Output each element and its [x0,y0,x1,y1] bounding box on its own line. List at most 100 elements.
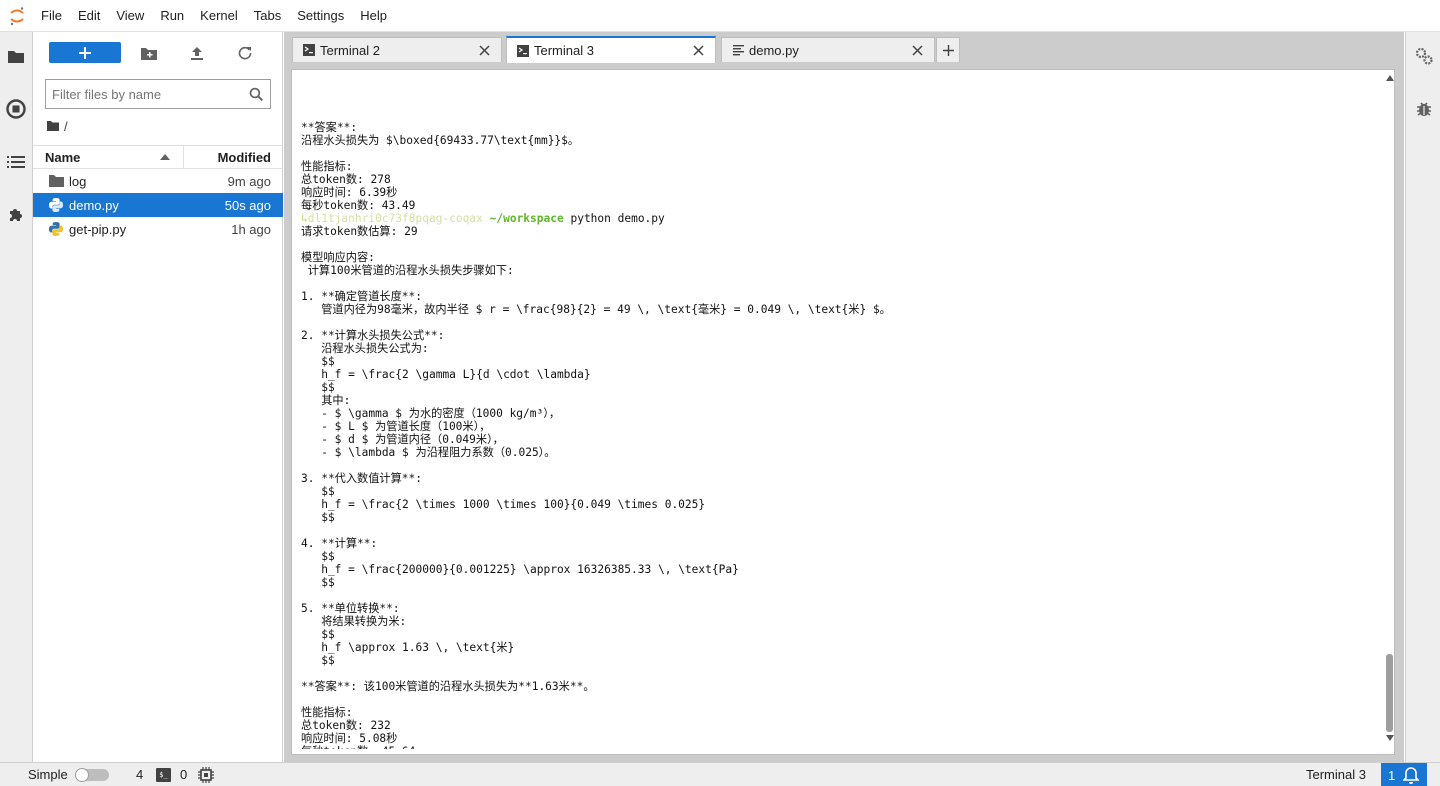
menu-edit[interactable]: Edit [70,0,108,32]
file-browser-toolbar [33,32,283,76]
terminal-line: 模型响应内容: [301,251,375,264]
terminal-line: $$ [301,576,335,589]
refresh-button[interactable] [232,42,258,64]
terminal-line: $$ [301,511,335,524]
running-kernels-icon[interactable] [0,93,32,125]
simple-mode-toggle[interactable] [75,768,109,782]
scroll-down-arrow-icon[interactable] [1386,735,1394,741]
file-row-get-pip-py[interactable]: get-pip.py 1h ago [33,217,283,241]
scroll-up-arrow-icon[interactable] [1386,75,1394,81]
menu-tabs[interactable]: Tabs [246,0,289,32]
menu-run[interactable]: Run [152,0,192,32]
terminal-line: - $ \gamma $ 为水的密度（1000 kg/m³）， [301,407,561,420]
add-tab-button[interactable] [936,37,960,62]
menu-settings[interactable]: Settings [289,0,352,32]
terminal-line: 总token数: 278 [301,173,391,186]
prompt-dir: ~/workspace [489,212,564,225]
tab-terminal-3[interactable]: Terminal 3 [506,36,716,63]
file-modified: 50s ago [224,197,271,213]
terminal-line: 请求token数估算: 29 [301,225,418,238]
file-row-log[interactable]: log 9m ago [33,169,283,193]
column-header-name[interactable]: Name [33,146,183,168]
terminal-line: $$ [301,654,335,667]
filter-files-box [45,79,271,109]
tab-terminal-2[interactable]: Terminal 2 [292,37,502,62]
terminal-line: - $ \lambda $ 为沿程阻力系数（0.025）。 [301,446,556,459]
sort-ascending-icon [160,154,171,160]
right-activity-bar [1405,32,1440,762]
new-folder-button[interactable] [136,42,162,64]
terminal-line: $$ [301,355,335,368]
file-name: log [69,173,87,189]
breadcrumb-root[interactable]: / [64,119,68,134]
file-row-demo-py[interactable]: demo.py 50s ago [33,193,283,217]
kernel-count[interactable]: 0 [180,767,187,782]
terminal-line: $$ [301,485,335,498]
file-modified: 9m ago [227,173,271,189]
terminal-line: 沿程水头损失为 $\boxed{69433.77\text{mm}}$。 [301,134,580,147]
notification-button[interactable]: 1 [1381,763,1427,786]
terminal-pane[interactable]: **答案**: 沿程水头损失为 $\boxed{69433.77\text{mm}… [291,69,1395,755]
terminal-output[interactable]: **答案**: 沿程水头损失为 $\boxed{69433.77\text{mm}… [301,121,1381,749]
filter-files-input[interactable] [52,86,236,102]
close-icon[interactable] [910,43,924,57]
folder-icon[interactable] [0,40,32,72]
menu-help[interactable]: Help [352,0,395,32]
tab-label: demo.py [749,42,799,58]
close-icon[interactable] [477,43,491,57]
file-browser-panel: / Name Modified log 9m ago demo.py 50s ago g… [33,32,283,762]
tab-demo-py[interactable]: demo.py [721,37,935,62]
extension-puzzle-icon[interactable] [0,199,32,231]
terminal-line: 将结果转换为米: [301,615,407,628]
upload-button[interactable] [184,42,210,64]
debugger-bug-icon[interactable] [1408,93,1440,125]
terminal-line: **答案**: [301,121,358,134]
terminal-line: h_f = \frac{200000}{0.001225} \approx 16… [301,563,739,576]
terminal-line: - $ d $ 为管道内径（0.049米）， [301,433,504,446]
terminal-line: 沿程水头损失公式为: [301,342,429,355]
file-name: demo.py [69,197,119,213]
python-file-icon [48,197,64,213]
active-tab-status[interactable]: Terminal 3 [1306,767,1366,782]
column-header-modified[interactable]: Modified [183,146,283,168]
scrollbar-thumb[interactable] [1386,654,1393,732]
terminal-line: $$ [301,550,335,563]
terminal-line: 响应时间: 5.08秒 [301,732,398,745]
property-inspector-gears-icon[interactable] [1408,40,1440,72]
folder-icon[interactable] [47,121,59,131]
terminal-count[interactable]: 4 [136,767,143,782]
tab-label: Terminal 3 [534,43,594,58]
menu-kernel[interactable]: Kernel [192,0,246,32]
table-of-contents-icon[interactable] [0,146,32,178]
menu-file[interactable]: File [33,0,70,32]
kernel-chip-icon[interactable] [198,767,214,783]
terminal-icon [517,44,529,57]
terminal-icon [303,44,315,56]
terminal-line: 每秒token数: 43.49 [301,199,416,212]
search-icon [249,87,264,101]
close-icon[interactable] [691,44,705,58]
tab-bar: Terminal 2 Terminal 3 demo.py [284,32,1404,63]
new-launcher-button[interactable] [49,42,121,63]
terminal-line: 计算100米管道的沿程水头损失步骤如下: [301,264,514,277]
terminal-line: 管道内径为98毫米，故内半径 $ r = \frac{98}{2} = 49 \… [301,303,891,316]
terminal-line: h_f = \frac{2 \gamma L}{d \cdot \lambda} [301,368,591,381]
terminal-line: $$ [301,381,335,394]
menubar: File Edit View Run Kernel Tabs Settings Help [0,0,1440,32]
file-list-header: Name Modified [33,145,283,169]
terminal-line: 1. **确定管道长度**: [301,290,423,303]
file-name: get-pip.py [69,221,127,237]
bell-icon [1403,766,1420,784]
tab-label: Terminal 2 [320,42,380,58]
terminal-line: $$ [301,628,335,641]
status-bar: Simple 4 $_ 0 Terminal 3 1 [0,762,1440,786]
terminal-scrollbar[interactable] [1385,73,1395,749]
menu-view[interactable]: View [108,0,152,32]
terminal-line: 性能指标: [301,160,353,173]
terminal-icon[interactable]: $_ [156,768,171,782]
